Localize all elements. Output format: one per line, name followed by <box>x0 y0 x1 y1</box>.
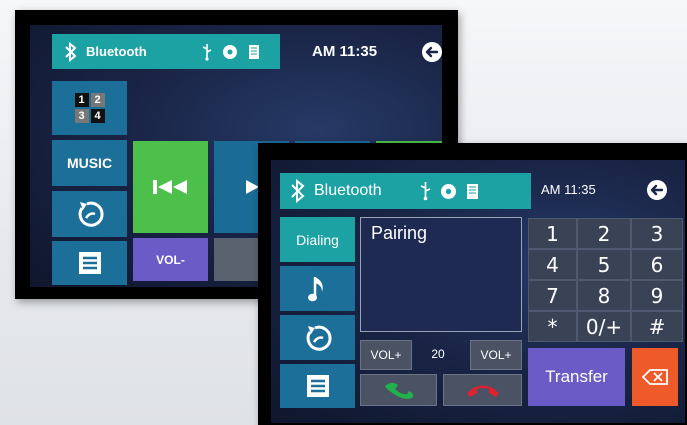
keypad-key-label: 0/+ <box>585 314 623 339</box>
back-arrow-icon[interactable] <box>420 40 442 69</box>
bluetooth-title: Bluetooth <box>86 44 147 59</box>
disc-icon <box>440 183 457 200</box>
answer-phone-icon <box>382 381 416 399</box>
pairing-status-text: Pairing <box>371 223 428 243</box>
dialing-label: Dialing <box>296 231 339 248</box>
keypad-key-hash[interactable]: # <box>631 311 683 342</box>
disc-icon <box>222 44 238 60</box>
bluetooth-icon <box>290 178 306 204</box>
usb-icon <box>202 43 212 61</box>
transfer-button[interactable]: Transfer <box>528 348 625 406</box>
redial-button[interactable] <box>52 191 127 237</box>
clock-display: AM 11:35 <box>312 43 378 60</box>
keypad-key-label: 2 <box>597 221 611 246</box>
volume-up-right-button[interactable]: VOL+ <box>470 340 522 370</box>
sd-card-icon <box>466 183 479 200</box>
transfer-label: Transfer <box>545 367 608 386</box>
keypad-key-2[interactable]: 2 <box>577 218 631 249</box>
front-display: Bluetooth AM 11:35 Dialing Pairing VOL+ … <box>271 160 685 423</box>
volume-up-left-label: VOL+ <box>370 348 402 362</box>
keypad-key-label: 3 <box>650 221 664 246</box>
sd-card-icon <box>248 44 260 60</box>
hang-up-phone-icon <box>465 382 501 398</box>
answer-call-button[interactable] <box>360 374 437 406</box>
keypad-key-label: # <box>648 314 666 339</box>
keypad-key-4[interactable]: 4 <box>528 249 577 280</box>
keypad-key-label: 4 <box>546 252 559 277</box>
keypad-key-zero-plus[interactable]: 0/+ <box>577 311 631 342</box>
grid-number-1: 1 <box>74 93 89 107</box>
keypad-key-1[interactable]: 1 <box>528 218 577 249</box>
clock-display: AM 11:35 <box>541 182 596 197</box>
volume-down-label: VOL- <box>156 252 185 267</box>
redial-button[interactable] <box>280 315 355 360</box>
keypad-key-label: 1 <box>546 221 559 246</box>
screen-split-button[interactable]: 1 2 3 4 <box>52 81 127 135</box>
keypad-key-9[interactable]: 9 <box>631 280 683 311</box>
bluetooth-header-bar: Bluetooth <box>52 34 280 69</box>
front-device-screen: Bluetooth AM 11:35 Dialing Pairing VOL+ … <box>258 143 687 425</box>
usb-icon <box>420 181 431 201</box>
keypad-key-label: 7 <box>546 283 559 308</box>
music-note-icon <box>307 274 329 304</box>
dialing-button[interactable]: Dialing <box>280 217 355 262</box>
back-arrow-icon[interactable] <box>645 178 669 207</box>
list-icon <box>78 251 102 275</box>
grid-number-3: 3 <box>74 109 89 123</box>
keypad-key-label: 8 <box>597 283 611 308</box>
volume-up-left-button[interactable]: VOL+ <box>360 340 412 370</box>
previous-track-button[interactable] <box>133 141 208 233</box>
keypad-key-8[interactable]: 8 <box>577 280 631 311</box>
redial-icon <box>75 199 105 229</box>
hang-up-button[interactable] <box>443 374 522 406</box>
keypad-key-star[interactable]: * <box>528 311 577 342</box>
backspace-button[interactable] <box>632 348 678 406</box>
grid-number-2: 2 <box>90 93 105 107</box>
backspace-icon <box>642 369 668 385</box>
bluetooth-header-bar: Bluetooth <box>280 173 531 209</box>
keypad-key-5[interactable]: 5 <box>577 249 631 280</box>
keypad-key-6[interactable]: 6 <box>631 249 683 280</box>
volume-down-button[interactable]: VOL- <box>133 238 208 281</box>
list-icon <box>306 374 330 398</box>
menu-list-button[interactable] <box>280 364 355 408</box>
bluetooth-icon <box>64 41 78 63</box>
keypad-key-label: 6 <box>650 252 664 277</box>
keypad-key-7[interactable]: 7 <box>528 280 577 311</box>
volume-up-right-label: VOL+ <box>480 348 512 362</box>
music-button[interactable]: MUSIC <box>52 140 127 186</box>
redial-icon <box>303 323 333 353</box>
menu-list-button[interactable] <box>52 241 127 285</box>
keypad-key-3[interactable]: 3 <box>631 218 683 249</box>
pairing-display-panel: Pairing <box>360 217 522 332</box>
keypad-key-label: 9 <box>650 283 664 308</box>
bluetooth-title: Bluetooth <box>314 182 382 199</box>
keypad-key-label: 5 <box>597 252 611 277</box>
music-label: MUSIC <box>66 155 113 171</box>
previous-track-icon <box>152 179 190 195</box>
grid-number-4: 4 <box>90 109 105 123</box>
music-button[interactable] <box>280 266 355 311</box>
keypad-key-label: * <box>547 314 558 339</box>
volume-value: 20 <box>431 347 445 361</box>
